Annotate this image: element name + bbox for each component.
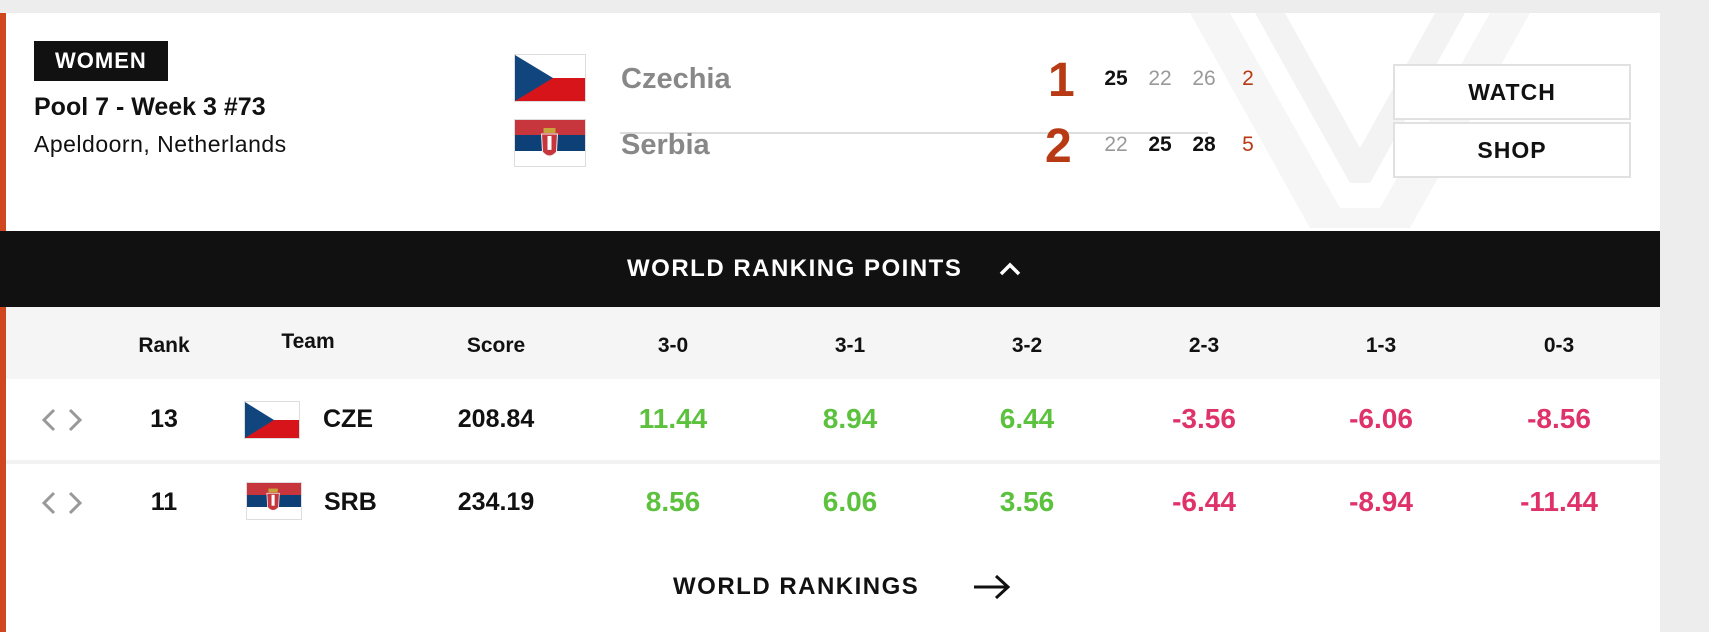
arrow-right-icon[interactable] [972,573,1012,601]
score-cell: 234.19 [457,488,535,516]
world-ranking-toggle[interactable]: WORLD RANKING POINTS [0,231,1660,307]
team-code[interactable]: SRB [324,488,377,517]
ranking-table-header: Rank Team Score 3-0 3-1 3-2 2-3 1-3 0-3 [6,307,1660,379]
match-card: WOMEN Pool 7 - Week 3 #73 Apeldoorn, Net… [0,13,1660,632]
table-row: 13 CZE 208.84 11.44 8.94 6.44 -3.56 -6.0… [6,379,1660,461]
chevron-up-icon [999,262,1021,276]
points-1-3: -6.06 [1349,403,1413,434]
points-3-2: 6.44 [999,403,1055,434]
czech-flag-icon [514,54,586,102]
table-row: 11 SRB 234.19 8.56 6.06 3.56 -6.44 -8.94… [6,464,1660,546]
points-3-0: 11.44 [638,403,708,434]
venue-label: Apeldoorn, Netherlands [34,131,287,157]
points-0-3: -11.44 [1520,486,1598,517]
col-score: Score [466,334,526,357]
away-set-3: 28 [1192,133,1216,156]
col-3-1: 3-1 [834,334,866,357]
score-cell: 208.84 [457,405,535,433]
points-0-3: -8.56 [1527,403,1591,434]
shop-button[interactable]: SHOP [1393,122,1631,178]
points-1-3: -8.94 [1349,486,1413,517]
home-total: 2 [1242,67,1254,90]
points-2-3: -6.44 [1172,486,1236,517]
world-rankings-link[interactable]: WORLD RANKINGS [673,573,919,601]
points-3-0: 8.56 [645,486,701,517]
code-brackets-icon[interactable] [40,407,84,433]
rank-cell: 11 [150,488,178,516]
watch-button[interactable]: WATCH [1393,64,1631,120]
points-3-1: 8.94 [822,403,878,434]
watermark-logo-icon [1190,13,1530,228]
away-total: 5 [1242,133,1254,156]
czech-flag-icon [244,401,300,439]
team-code[interactable]: CZE [323,405,373,434]
home-set-1: 25 [1104,67,1128,90]
points-3-2: 3.56 [999,486,1055,517]
home-team-name[interactable]: Czechia [621,63,731,96]
col-3-2: 3-2 [1011,334,1043,357]
code-brackets-icon[interactable] [40,490,84,516]
col-2-3: 2-3 [1188,334,1220,357]
points-3-1: 6.06 [822,486,878,517]
ranking-title: WORLD RANKING POINTS [627,255,963,282]
col-1-3: 1-3 [1365,334,1397,357]
serbia-flag-icon [514,119,586,167]
col-0-3: 0-3 [1543,334,1575,357]
serbia-flag-icon [246,482,302,520]
away-sets-won: 2 [1045,120,1072,173]
away-set-2: 25 [1148,133,1172,156]
category-badge: WOMEN [34,41,168,81]
home-sets-won: 1 [1048,54,1075,107]
home-set-2: 22 [1148,67,1172,90]
away-set-1: 22 [1104,133,1128,156]
home-set-3: 26 [1192,67,1216,90]
col-rank: Rank [138,334,190,357]
pool-label: Pool 7 - Week 3 #73 [34,93,266,121]
away-team-name[interactable]: Serbia [621,129,710,162]
col-3-0: 3-0 [657,334,689,357]
col-team: Team [281,330,335,353]
points-2-3: -3.56 [1172,403,1236,434]
rank-cell: 13 [150,405,178,433]
